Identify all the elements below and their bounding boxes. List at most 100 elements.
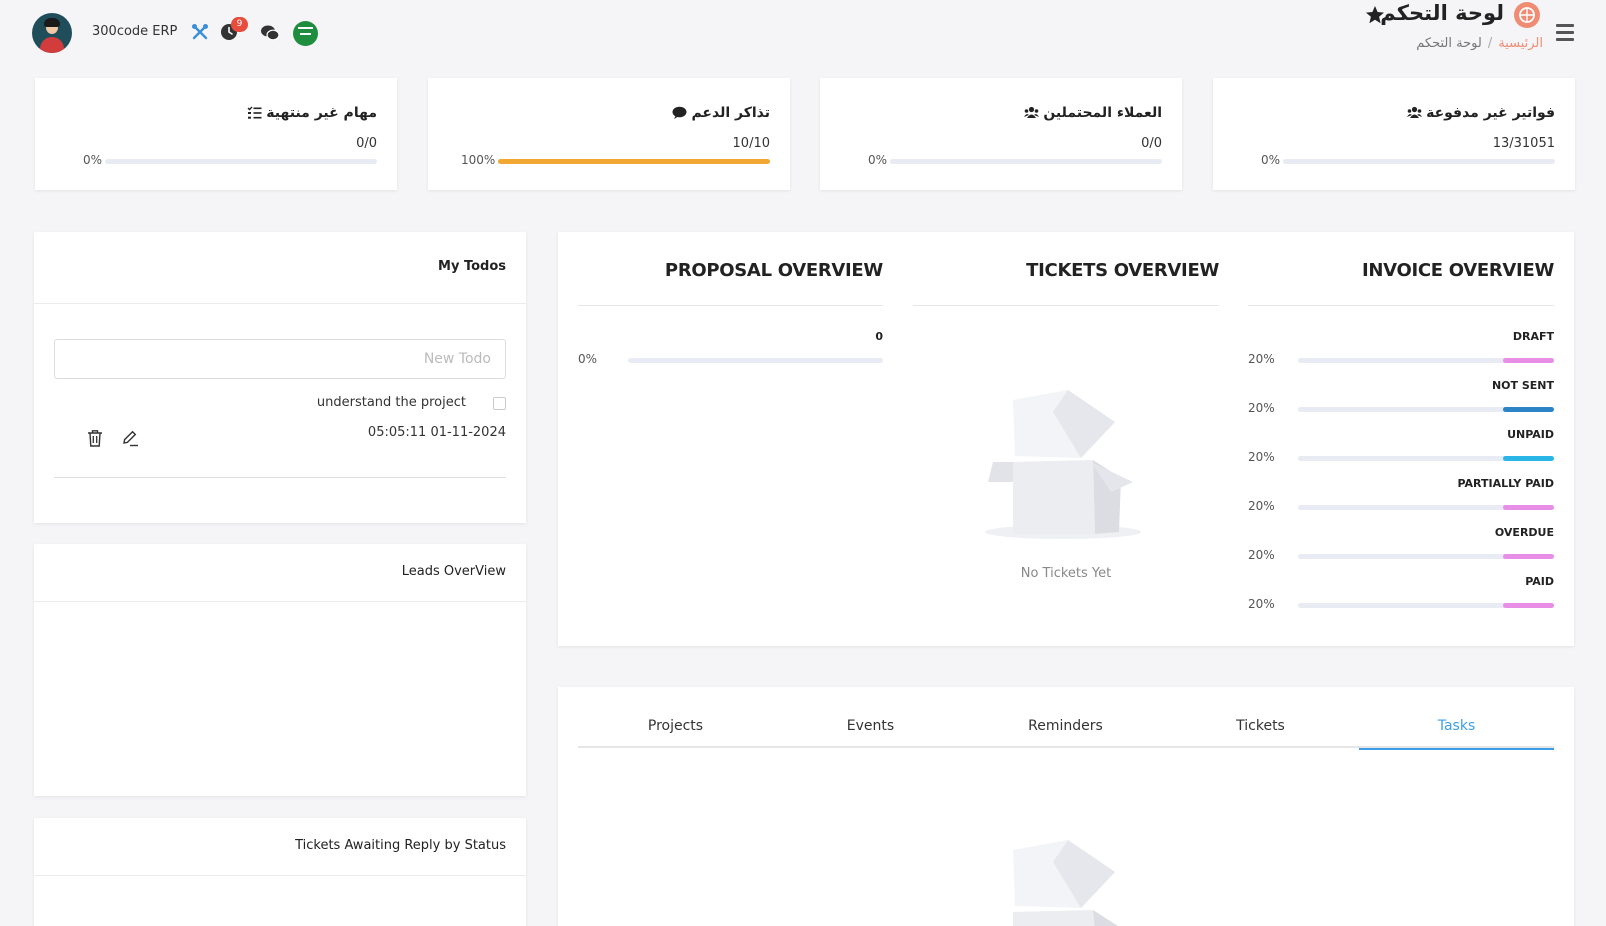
breadcrumb: الرئيسية / لوحة التحكم — [1380, 36, 1543, 51]
invoice-item-unpaid: UNPAID 20% — [1248, 428, 1554, 476]
invoice-item-percent: 20% — [1248, 450, 1275, 464]
trash-icon[interactable] — [87, 429, 103, 447]
tab-reminders[interactable]: Reminders — [968, 718, 1163, 748]
stat-card-support-tickets[interactable]: تذاكر الدعم 10/10 100% — [428, 78, 790, 190]
stat-percent: 0% — [1261, 153, 1281, 167]
invoice-item-label: NOT SENT — [1491, 379, 1554, 392]
stat-count: 0/0 — [356, 136, 377, 151]
stat-count: 0/0 — [1141, 136, 1162, 151]
top-bar: 300code ERP 9 لوحة التحكم الرئيسية / لوحة … — [0, 0, 1606, 70]
tab-bar: Projects Events Reminders Tickets Tasks — [578, 687, 1554, 750]
invoice-item-label: PARTIALLY PAID — [1457, 477, 1554, 490]
stat-title: العملاء المحتملين — [1024, 105, 1162, 121]
edit-icon[interactable] — [121, 429, 139, 447]
stat-count: 10/10 — [732, 136, 770, 151]
invoice-overview-title: INVOICE OVERVIEW — [1361, 260, 1554, 281]
divider — [913, 305, 1219, 306]
stat-card-potential-leads[interactable]: العملاء المحتملين 0/0 0% — [820, 78, 1182, 190]
invoice-progress-fill — [1502, 456, 1554, 461]
divider — [34, 601, 526, 602]
tools-icon[interactable] — [191, 23, 209, 41]
invoice-overview: INVOICE OVERVIEW DRAFT 20% NOT SENT 20% … — [1248, 232, 1554, 646]
invoice-progress-bar — [1298, 456, 1554, 461]
comment-icon — [672, 106, 687, 119]
stat-title: تذاكر الدعم — [672, 105, 770, 121]
tickets-awaiting-card: Tickets Awaiting Reply by Status — [34, 818, 526, 926]
invoice-progress-bar — [1298, 358, 1554, 363]
invoice-progress-bar — [1298, 603, 1554, 608]
invoice-item-draft: DRAFT 20% — [1248, 330, 1554, 378]
invoice-progress-bar — [1298, 554, 1554, 559]
tasks-icon — [247, 106, 262, 119]
todo-date: 05:05:11 01-11-2024 — [367, 425, 506, 440]
proposal-overview: PROPOSAL OVERVIEW 0 0% — [578, 232, 883, 646]
invoice-progress-fill — [1502, 603, 1554, 608]
stat-title-text: فواتير غير مدفوعة — [1426, 105, 1555, 121]
invoice-progress-fill — [1502, 505, 1554, 510]
stat-progress-bar — [1283, 159, 1555, 164]
stat-card-unpaid-invoices[interactable]: فواتير غير مدفوعة 13/31051 0% — [1213, 78, 1575, 190]
stat-title-text: مهام غير منتهية — [266, 105, 377, 121]
proposal-item: 0 0% — [578, 330, 883, 378]
menu-icon[interactable] — [1556, 24, 1574, 41]
divider — [34, 875, 526, 876]
stat-progress-bar — [105, 159, 377, 164]
breadcrumb-current: لوحة التحكم — [1416, 36, 1482, 51]
empty-box-illustration — [1013, 840, 1118, 926]
tab-projects[interactable]: Projects — [578, 718, 773, 748]
tickets-awaiting-title: Tickets Awaiting Reply by Status — [295, 838, 506, 853]
leads-title: Leads OverView — [401, 564, 506, 579]
invoice-progress-fill — [1502, 554, 1554, 559]
users-icon — [1407, 106, 1423, 118]
stat-progress-bar — [890, 159, 1162, 164]
saudi-flag-icon[interactable] — [293, 21, 318, 46]
tab-events[interactable]: Events — [773, 718, 968, 748]
stat-title: مهام غير منتهية — [247, 105, 377, 121]
todos-card: My Todos understand the project 05:05:11… — [34, 232, 526, 523]
app-logo-icon — [1514, 2, 1540, 28]
invoice-item-label: UNPAID — [1507, 428, 1554, 441]
invoice-progress-fill — [1502, 407, 1554, 412]
divider — [1248, 305, 1554, 306]
invoice-progress-bar — [1298, 407, 1554, 412]
invoice-item-partially-paid: PARTIALLY PAID 20% — [1248, 477, 1554, 525]
tickets-overview-title: TICKETS OVERVIEW — [1026, 260, 1219, 281]
invoice-progress-fill — [1502, 358, 1554, 363]
breadcrumb-home[interactable]: الرئيسية — [1498, 36, 1543, 51]
new-todo-input[interactable] — [54, 339, 506, 379]
divider — [54, 477, 506, 478]
tab-tickets[interactable]: Tickets — [1163, 718, 1358, 748]
divider — [34, 303, 526, 304]
stat-percent: 0% — [83, 153, 103, 167]
tabs-card: Projects Events Reminders Tickets Tasks — [558, 687, 1574, 926]
leads-overview-card: Leads OverView — [34, 544, 526, 796]
breadcrumb-separator: / — [1487, 36, 1493, 51]
invoice-item-percent: 20% — [1248, 401, 1275, 415]
avatar[interactable] — [32, 13, 72, 53]
tab-tasks[interactable]: Tasks — [1359, 718, 1554, 750]
todo-text: understand the project — [316, 395, 466, 410]
brand-name[interactable]: 300code ERP — [92, 24, 177, 39]
stat-card-unfinished-tasks[interactable]: مهام غير منتهية 0/0 0% — [35, 78, 397, 190]
invoice-item-label: PAID — [1525, 575, 1554, 588]
invoice-item-percent: 20% — [1248, 352, 1275, 366]
stat-title: فواتير غير مدفوعة — [1407, 105, 1555, 121]
page-title: لوحة التحكم — [1380, 1, 1504, 25]
invoice-item-paid: PAID 20% — [1248, 575, 1554, 623]
stat-progress-bar — [498, 159, 770, 164]
todo-checkbox[interactable] — [493, 397, 506, 410]
notification-badge: 9 — [231, 17, 248, 32]
proposal-item-label: 0 — [875, 330, 883, 343]
empty-box-illustration — [985, 390, 1141, 539]
users-icon — [1024, 106, 1040, 118]
stat-title-text: العملاء المحتملين — [1043, 105, 1162, 121]
no-tickets-text: No Tickets Yet — [1020, 566, 1112, 581]
chat-icon[interactable] — [260, 24, 280, 42]
invoice-item-percent: 20% — [1248, 548, 1275, 562]
stat-count: 13/31051 — [1492, 136, 1555, 151]
todos-title: My Todos — [438, 259, 506, 274]
invoice-item-not-sent: NOT SENT 20% — [1248, 379, 1554, 427]
stat-percent: 0% — [868, 153, 888, 167]
invoice-item-label: DRAFT — [1512, 330, 1554, 343]
invoice-item-overdue: OVERDUE 20% — [1248, 526, 1554, 574]
